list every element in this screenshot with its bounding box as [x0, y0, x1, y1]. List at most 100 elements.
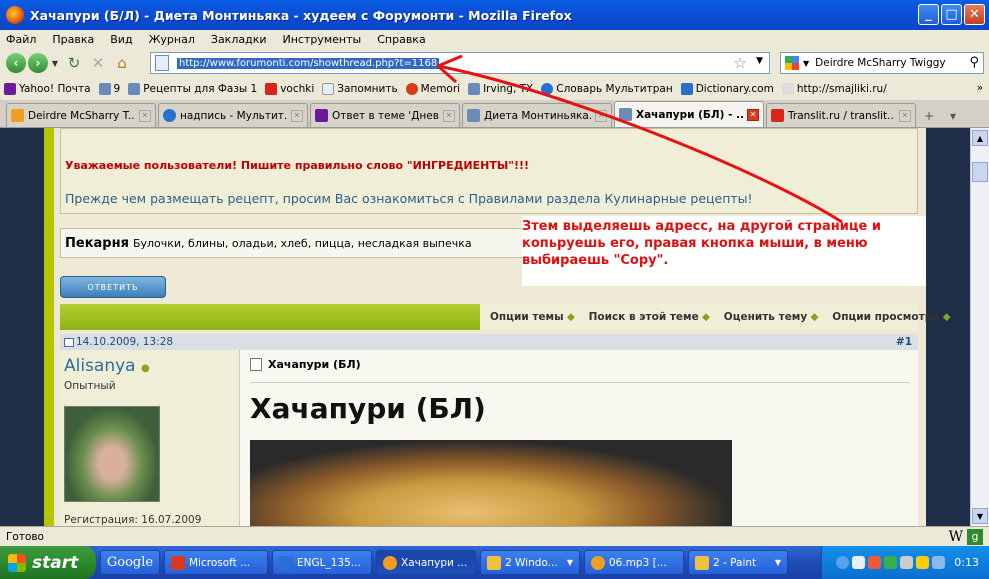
- display-icon[interactable]: [900, 556, 914, 569]
- reload-icon[interactable]: ↻: [64, 53, 84, 73]
- bookmark-star-icon[interactable]: ☆: [734, 54, 747, 72]
- group-dropdown-icon[interactable]: ▼: [775, 558, 781, 567]
- tab[interactable]: Ответ в теме 'Днев... ✕: [310, 103, 460, 127]
- url-dropdown-icon[interactable]: ▼: [756, 56, 763, 66]
- tab[interactable]: Deirdre McSharry T... ✕: [6, 103, 156, 127]
- calendar-icon: [64, 337, 74, 347]
- scroll-thumb[interactable]: [972, 162, 988, 182]
- tab[interactable]: Translit.ru / translit.... ✕: [766, 103, 916, 127]
- firefox-icon: [383, 555, 397, 570]
- bookmark-item[interactable]: 9: [98, 83, 120, 95]
- tab[interactable]: надпись - Мультит... ✕: [158, 103, 308, 127]
- menu-bookmarks[interactable]: Закладки: [211, 33, 267, 46]
- volume-icon[interactable]: [852, 556, 866, 569]
- bookmark-item[interactable]: Memori: [405, 83, 461, 95]
- bookmark-label: http://smajliki.ru/: [796, 83, 887, 95]
- taskbar-item[interactable]: 2 Windo... ▼: [480, 550, 580, 575]
- search-icon[interactable]: ⚲: [969, 55, 979, 70]
- tab-label: Ответ в теме 'Днев...: [332, 109, 439, 122]
- menu-help[interactable]: Справка: [377, 33, 425, 46]
- close-tab-icon[interactable]: ✕: [899, 109, 911, 122]
- close-tab-icon[interactable]: ✕: [443, 109, 455, 122]
- username-link[interactable]: Alisanya ●: [64, 356, 150, 376]
- taskbar-item-active[interactable]: Хачапури ...: [376, 550, 476, 575]
- menu-edit[interactable]: Правка: [52, 33, 94, 46]
- menu-tools[interactable]: Инструменты: [283, 33, 362, 46]
- tab-active[interactable]: Хачапури (БЛ) - ... ✕: [614, 101, 764, 127]
- tab-list-icon[interactable]: ▾: [942, 105, 964, 127]
- username[interactable]: Alisanya: [64, 356, 136, 376]
- stop-icon[interactable]: ✕: [88, 53, 108, 73]
- url-bar[interactable]: http://www.forumonti.com/showthread.php?…: [150, 52, 770, 74]
- back-icon[interactable]: ‹: [6, 53, 26, 73]
- minimize-button[interactable]: _: [918, 4, 939, 25]
- menu-file[interactable]: Файл: [6, 33, 36, 46]
- scroll-up-icon[interactable]: ▲: [972, 130, 988, 146]
- menu-history[interactable]: Журнал: [149, 33, 195, 46]
- vertical-scrollbar[interactable]: ▲ ▼: [970, 128, 989, 526]
- scroll-down-icon[interactable]: ▼: [972, 508, 988, 524]
- url-text[interactable]: http://www.forumonti.com/showthread.php?…: [177, 57, 440, 69]
- home-icon[interactable]: ⌂: [112, 53, 132, 73]
- bookmark-item[interactable]: Рецепты для Фазы 1: [128, 83, 257, 95]
- close-tab-icon[interactable]: ✕: [139, 109, 151, 122]
- close-tab-icon[interactable]: ✕: [747, 108, 759, 121]
- start-button[interactable]: start: [0, 546, 96, 579]
- search-engine-dropdown-icon[interactable]: ▼: [803, 59, 809, 68]
- bookmark-item[interactable]: Yahoo! Почта: [4, 83, 91, 95]
- maximize-button[interactable]: □: [941, 4, 962, 25]
- group-dropdown-icon[interactable]: ▼: [567, 558, 573, 567]
- messenger-icon[interactable]: [884, 556, 898, 569]
- rate-thread-menu[interactable]: Оценить тему: [724, 311, 818, 324]
- new-tab-icon[interactable]: +: [918, 105, 940, 127]
- clock[interactable]: 0:13: [954, 556, 979, 569]
- bookmark-item[interactable]: vochki: [265, 83, 314, 95]
- search-thread-menu[interactable]: Поиск в этой теме: [589, 311, 710, 324]
- thread-options-menu[interactable]: Опции темы: [490, 311, 575, 324]
- taskbar-item[interactable]: 06.mp3 [...: [584, 550, 684, 575]
- taskbar-label: Google: [106, 555, 154, 570]
- forum-name[interactable]: Пекарня: [65, 236, 129, 251]
- tab-label: Translit.ru / translit....: [788, 109, 895, 122]
- search-box[interactable]: ▼ Deirdre McSharry Twiggy ⚲: [780, 52, 984, 74]
- close-button[interactable]: ✕: [964, 4, 985, 25]
- more-bookmarks-icon[interactable]: »: [977, 82, 983, 94]
- reply-button[interactable]: ОТВЕТИТЬ: [60, 276, 166, 298]
- close-tab-icon[interactable]: ✕: [595, 109, 607, 122]
- avatar[interactable]: [64, 406, 160, 502]
- antivirus-icon[interactable]: [916, 556, 930, 569]
- rules-notice[interactable]: Прежде чем размещать рецепт, просим Вас …: [65, 191, 753, 206]
- forward-icon[interactable]: ›: [28, 53, 48, 73]
- display-options-menu[interactable]: Опции просмотра: [832, 311, 950, 324]
- history-dropdown-icon[interactable]: ▼: [50, 53, 60, 73]
- taskbar-item[interactable]: ENGL_135...: [272, 550, 372, 575]
- tray-arrow-icon[interactable]: [836, 556, 850, 569]
- close-tab-icon[interactable]: ✕: [291, 109, 303, 122]
- menu-view[interactable]: Вид: [110, 33, 132, 46]
- taskbar-item[interactable]: Microsoft ...: [164, 550, 268, 575]
- post-title-large: Хачапури (БЛ): [250, 392, 486, 425]
- window-titlebar[interactable]: Хачапури (Б/Л) - Диета Монтиньяка - худе…: [0, 0, 989, 30]
- taskbar-item[interactable]: 2 - Paint ▼: [688, 550, 788, 575]
- post-number[interactable]: #1: [896, 336, 912, 348]
- network-icon[interactable]: [868, 556, 882, 569]
- bluetooth-icon[interactable]: [932, 556, 946, 569]
- bookmark-item[interactable]: Dictionary.com: [680, 83, 774, 95]
- wikipedia-icon[interactable]: W: [949, 529, 963, 545]
- greasemonkey-icon[interactable]: g: [967, 528, 983, 545]
- page-icon: [468, 83, 481, 95]
- annotation-box: Зтем выделяешь адресс, на другой страниц…: [522, 216, 926, 286]
- system-tray: 0:13: [821, 546, 989, 579]
- bookmark-item[interactable]: Запомнить: [322, 83, 398, 95]
- search-engine-icon[interactable]: [785, 56, 799, 70]
- taskbar-item[interactable]: Google: [100, 550, 160, 575]
- bookmark-item[interactable]: Irving, TX: [468, 83, 533, 95]
- registration-date: Регистрация: 16.07.2009: [64, 514, 202, 526]
- bookmark-item[interactable]: http://smajliki.ru/: [781, 83, 887, 95]
- bookmark-label: vochki: [280, 83, 315, 95]
- bookmark-item[interactable]: Словарь Мультитран: [541, 83, 673, 95]
- search-input[interactable]: Deirdre McSharry Twiggy: [815, 57, 945, 69]
- tab[interactable]: Диета Монтиньяка... ✕: [462, 103, 612, 127]
- annotation-text: Зтем выделяешь адресс, на другой страниц…: [522, 219, 881, 268]
- bookmark-label: Memori: [420, 83, 461, 95]
